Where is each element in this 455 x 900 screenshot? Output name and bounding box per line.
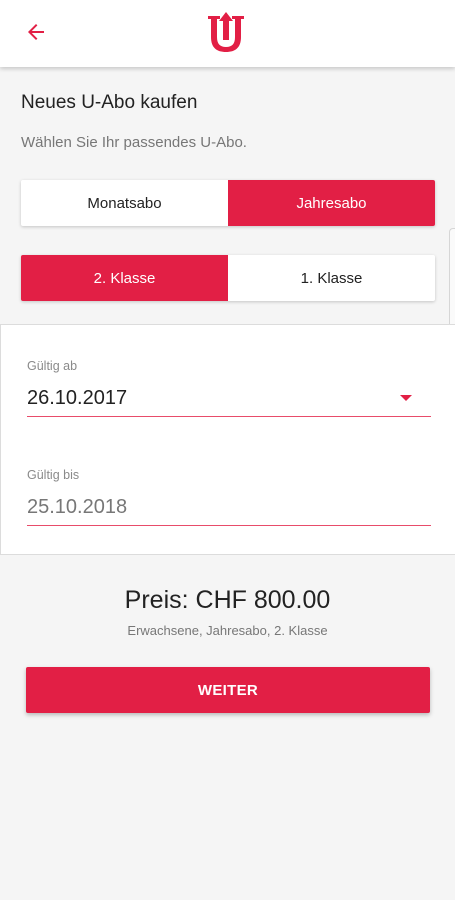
continue-button[interactable]: WEITER [26,667,430,713]
jahresabo-option[interactable]: Jahresabo [228,180,435,226]
subscription-type-toggle: Monatsabo Jahresabo [21,180,435,226]
valid-to-value: 25.10.2018 [27,496,128,518]
price-total: Preis: CHF 800.00 [124,586,331,614]
arrow-left-icon [28,24,44,40]
second-class-option[interactable]: 2. Klasse [21,255,228,301]
page-title: Neues U-Abo kaufen [21,92,198,113]
valid-to-underline [27,525,431,526]
price-details: Erwachsene, Jahresabo, 2. Klasse [127,623,328,638]
valid-to-label: Gültig bis [27,468,80,482]
first-class-option[interactable]: 1. Klasse [228,255,435,301]
valid-from-label: Gültig ab [27,359,78,373]
travel-class-toggle: 2. Klasse 1. Klasse [21,255,435,301]
back-button[interactable] [14,14,58,50]
dropdown-arrow-icon[interactable] [400,395,412,401]
valid-from-underline [27,416,431,417]
valid-from-value: 26.10.2017 [27,387,128,409]
app-bar [0,0,455,67]
page-subtitle: Wählen Sie Ihr passendes U-Abo. [21,134,247,151]
monatsabo-option[interactable]: Monatsabo [21,180,228,226]
u-logo-icon [208,12,244,52]
validity-card: Gültig ab 26.10.2017 Gültig bis 25.10.20… [0,324,455,555]
